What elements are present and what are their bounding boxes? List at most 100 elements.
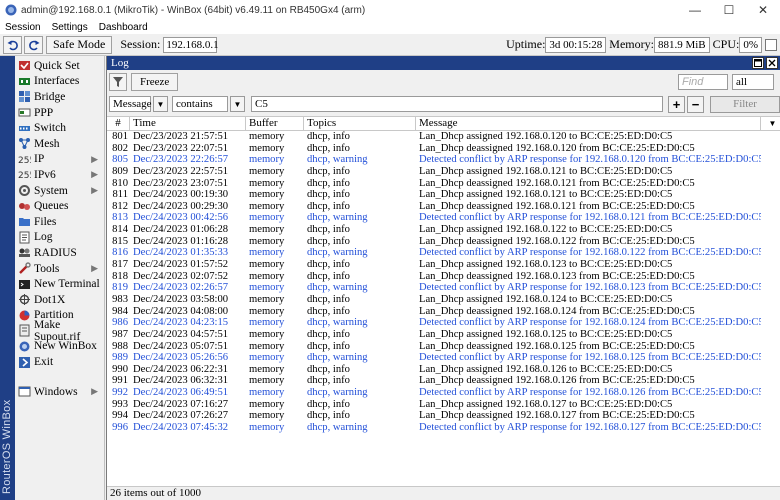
table-row[interactable]: 815 Dec/24/2023 01:16:28 memory dhcp, info L… bbox=[107, 236, 780, 248]
table-row[interactable]: 809 Dec/23/2023 22:57:51 memory dhcp, info L… bbox=[107, 166, 780, 178]
tools-icon bbox=[18, 262, 31, 275]
row-number: 815 bbox=[112, 235, 128, 247]
table-row[interactable]: 987 Dec/24/2023 04:57:51 memory dhcp, info L… bbox=[107, 329, 780, 341]
row-buffer: memory bbox=[249, 177, 285, 189]
safe-mode-button[interactable]: Safe Mode bbox=[46, 35, 113, 54]
menu-dashboard[interactable]: Dashboard bbox=[94, 22, 154, 33]
add-filter-button[interactable]: + bbox=[668, 95, 685, 113]
log-close-button[interactable] bbox=[766, 57, 778, 69]
sidebar-item-ppp[interactable]: PPP bbox=[15, 105, 104, 121]
sidebar-item-ip[interactable]: 255 IP ▶ bbox=[15, 152, 104, 168]
sidebar-item-label: Quick Set bbox=[34, 59, 80, 72]
filter-field-dropdown[interactable]: ▼ bbox=[153, 96, 168, 112]
sidebar-item-label: New Terminal bbox=[34, 278, 100, 291]
table-row[interactable]: 994 Dec/24/2023 07:26:27 memory dhcp, info L… bbox=[107, 410, 780, 422]
supout-icon bbox=[18, 324, 31, 337]
maximize-button[interactable]: ☐ bbox=[712, 0, 746, 20]
sidebar-item-new-winbox[interactable]: New WinBox bbox=[15, 339, 104, 355]
row-message: Lan_Dhcp assigned 192.168.0.121 to BC:CE… bbox=[419, 189, 673, 201]
sidebar-item-switch[interactable]: Switch bbox=[15, 120, 104, 136]
sidebar-item-new-terminal[interactable]: New Terminal bbox=[15, 276, 104, 292]
column-header-time[interactable]: Time bbox=[130, 117, 246, 130]
column-header-number[interactable]: # bbox=[107, 117, 130, 130]
table-row[interactable]: 812 Dec/24/2023 00:29:30 memory dhcp, info L… bbox=[107, 201, 780, 213]
mesh-icon bbox=[18, 137, 31, 150]
table-row[interactable]: 989 Dec/24/2023 05:26:56 memory dhcp, warni… bbox=[107, 352, 780, 364]
table-row[interactable]: 814 Dec/24/2023 01:06:28 memory dhcp, info L… bbox=[107, 224, 780, 236]
filter-operator-select[interactable]: contains bbox=[172, 96, 228, 112]
row-time: Dec/24/2023 00:42:56 bbox=[133, 212, 229, 224]
row-buffer: memory bbox=[249, 305, 285, 317]
table-row[interactable]: 988 Dec/24/2023 05:07:51 memory dhcp, info L… bbox=[107, 341, 780, 353]
table-row[interactable]: 801 Dec/23/2023 21:57:51 memory dhcp, info L… bbox=[107, 131, 780, 143]
sidebar-item-interfaces[interactable]: Interfaces bbox=[15, 74, 104, 90]
table-row[interactable]: 816 Dec/24/2023 01:35:33 memory dhcp, warni… bbox=[107, 247, 780, 259]
table-row[interactable]: 813 Dec/24/2023 00:42:56 memory dhcp, warni… bbox=[107, 212, 780, 224]
freeze-button[interactable]: Freeze bbox=[131, 73, 179, 91]
sidebar-item-mesh[interactable]: Mesh bbox=[15, 136, 104, 152]
column-header-buffer[interactable]: Buffer bbox=[246, 117, 304, 130]
row-time: Dec/24/2023 06:22:31 bbox=[133, 363, 229, 375]
submenu-arrow-icon: ▶ bbox=[91, 263, 98, 274]
find-input[interactable]: Find bbox=[678, 74, 728, 90]
sidebar-item-dot1x[interactable]: Dot1X bbox=[15, 292, 104, 308]
session-field[interactable]: 192.168.0.1 bbox=[163, 36, 219, 53]
column-header-topics[interactable]: Topics bbox=[304, 117, 416, 130]
remove-filter-button[interactable]: − bbox=[687, 95, 704, 113]
row-buffer: memory bbox=[249, 352, 285, 364]
table-row[interactable]: 811 Dec/24/2023 00:19:30 memory dhcp, info L… bbox=[107, 189, 780, 201]
menu-session[interactable]: Session bbox=[0, 22, 47, 33]
table-row[interactable]: 810 Dec/23/2023 23:07:51 memory dhcp, info L… bbox=[107, 178, 780, 190]
table-row[interactable]: 992 Dec/24/2023 06:49:51 memory dhcp, warni… bbox=[107, 387, 780, 399]
table-row[interactable]: 984 Dec/24/2023 04:08:00 memory dhcp, info L… bbox=[107, 306, 780, 318]
lock-checkbox[interactable] bbox=[765, 38, 777, 51]
filter-toggle-button[interactable] bbox=[109, 73, 127, 91]
filter-field-select[interactable]: Message bbox=[109, 96, 152, 112]
column-header-message[interactable]: Message bbox=[416, 117, 761, 130]
table-row[interactable]: 805 Dec/23/2023 22:26:57 memory dhcp, warni… bbox=[107, 154, 780, 166]
row-message: Detected conflict by ARP response for 19… bbox=[419, 422, 761, 434]
table-row[interactable]: 993 Dec/24/2023 07:16:27 memory dhcp, info L… bbox=[107, 399, 780, 411]
table-row[interactable]: 991 Dec/24/2023 06:32:31 memory dhcp, info L… bbox=[107, 375, 780, 387]
row-topics: dhcp, warning bbox=[307, 212, 368, 224]
sidebar-item-bridge[interactable]: Bridge bbox=[15, 89, 104, 105]
row-number: 818 bbox=[112, 270, 128, 282]
table-row[interactable]: 818 Dec/24/2023 02:07:52 memory dhcp, info L… bbox=[107, 271, 780, 283]
log-maximize-button[interactable] bbox=[752, 57, 764, 69]
filter-button[interactable]: Filter bbox=[710, 95, 780, 113]
sidebar-item-label: Tools bbox=[34, 262, 60, 275]
sidebar-item-windows[interactable]: Windows ▶ bbox=[15, 384, 104, 400]
column-chooser-button[interactable]: ▼ bbox=[761, 117, 780, 130]
sidebar-item-exit[interactable]: Exit bbox=[15, 354, 104, 370]
sidebar-item-quick-set[interactable]: Quick Set bbox=[15, 58, 104, 74]
table-row[interactable]: 819 Dec/24/2023 02:26:57 memory dhcp, warni… bbox=[107, 282, 780, 294]
sidebar-item-files[interactable]: Files bbox=[15, 214, 104, 230]
row-number: 992 bbox=[112, 387, 128, 399]
minimize-button[interactable]: — bbox=[678, 0, 712, 20]
table-row[interactable]: 990 Dec/24/2023 06:22:31 memory dhcp, info L… bbox=[107, 364, 780, 376]
row-time: Dec/23/2023 23:07:51 bbox=[133, 177, 229, 189]
sidebar-item-log[interactable]: Log bbox=[15, 230, 104, 246]
table-row[interactable]: 983 Dec/24/2023 03:58:00 memory dhcp, info L… bbox=[107, 294, 780, 306]
sidebar-item-make-supout[interactable]: Make Supout.rif bbox=[15, 319, 104, 343]
close-button[interactable]: ✕ bbox=[746, 0, 780, 20]
svg-text:255: 255 bbox=[18, 171, 31, 181]
sidebar-item-ipv6[interactable]: 255 IPv6 ▶ bbox=[15, 167, 104, 183]
table-row[interactable]: 996 Dec/24/2023 07:45:32 memory dhcp, warni… bbox=[107, 422, 780, 434]
table-row[interactable]: 817 Dec/24/2023 01:57:52 memory dhcp, info L… bbox=[107, 259, 780, 271]
undo-button[interactable] bbox=[3, 35, 22, 54]
filter-operator-dropdown[interactable]: ▼ bbox=[230, 96, 245, 112]
find-scope-select[interactable]: all bbox=[732, 74, 774, 90]
filter-value-input[interactable]: C5 bbox=[251, 96, 663, 112]
table-row[interactable]: 986 Dec/24/2023 04:23:15 memory dhcp, warni… bbox=[107, 317, 780, 329]
table-row[interactable]: 802 Dec/23/2023 22:07:51 memory dhcp, info L… bbox=[107, 143, 780, 155]
redo-button[interactable] bbox=[24, 35, 43, 54]
row-topics: dhcp, warning bbox=[307, 247, 368, 259]
sidebar-item-queues[interactable]: Queues bbox=[15, 198, 104, 214]
row-time: Dec/23/2023 22:26:57 bbox=[133, 154, 229, 166]
sidebar-item-radius[interactable]: RADIUS bbox=[15, 245, 104, 261]
menu-settings[interactable]: Settings bbox=[47, 22, 94, 33]
sidebar-item-system[interactable]: System ▶ bbox=[15, 183, 104, 199]
sidebar-item-tools[interactable]: Tools ▶ bbox=[15, 261, 104, 277]
row-topics: dhcp, info bbox=[307, 259, 350, 271]
